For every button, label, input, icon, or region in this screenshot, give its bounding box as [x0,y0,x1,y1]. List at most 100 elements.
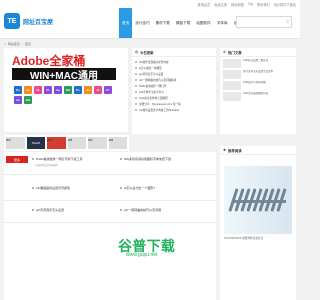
feed-item-4[interactable]: ai怎么设计出一个图形? [120,186,155,190]
hero-banner[interactable]: Adobe全家桶 WIN+MAC通用 Ps Ai Id Pr Ae Dw Ps … [4,48,128,173]
bullet-icon [135,79,137,81]
app-icons: Ps Ai Id Pr Ae Dw Ps Ai Id Pr Ae Dw [14,86,114,104]
app-icon-id: Id [34,86,42,94]
breadcrumb-separator: › [21,41,23,46]
latest-title: 今日更新 [139,50,154,55]
divider [4,222,216,223]
bullet-icon [135,61,137,63]
bullet-icon [135,67,137,69]
top-bar: 登录会员 免费注册 网站地图 Tag 联系我们 设计软件下载站 [0,0,300,8]
clock-icon: ◷ [135,50,138,54]
breadcrumb-current: 首页 [24,41,31,46]
app-icon-ae: Ae [54,86,62,94]
home-icon: ⌂ [4,41,6,46]
bullet-icon [32,158,34,160]
feed-tag: 更多 [6,156,28,163]
logo-mark: TE [4,13,20,29]
nav-item-templates[interactable]: 模板下载 [173,8,193,38]
ad-tile[interactable]: ad [47,137,66,149]
search-box[interactable]: ⌕ [236,16,292,28]
top-link-tag[interactable]: Tag [248,2,253,7]
list-item[interactable]: CAD怎么缩放图纸内容 [223,92,293,101]
app-icon-ps: Ps [14,86,22,94]
list-item[interactable]: CAD标注设置三种方法 [223,59,293,68]
bullet-icon [135,103,137,105]
bullet-icon [32,187,34,189]
top-links: 登录会员 免费注册 网站地图 Tag 联系我们 设计软件下载站 [198,2,296,7]
nav-item-design-tips[interactable]: 设计技巧 [132,8,152,38]
divider [4,200,216,201]
app-icon-pr: Pr [44,86,52,94]
top-link-register[interactable]: 免费注册 [214,2,227,7]
list-item[interactable]: CAD显示与打印问题 [223,81,293,90]
fire-icon: ♨ [223,50,227,54]
app-icon-ai-2: Ai [84,86,92,94]
article-thumbnail [223,59,241,68]
app-icon-ai: Ai [24,86,32,94]
top-link-contact[interactable]: 联系我们 [257,2,270,7]
watermark-subtitle: www.gupu.net [126,252,158,258]
breadcrumb-home[interactable]: 网站首页 [8,42,20,46]
app-icon-id-2: Id [94,86,102,94]
recommend-header: ★ 推荐阅读 [220,146,296,155]
bullet-icon [120,158,122,160]
feed-item-6[interactable]: cdr一键转曲的技巧以及问题 [120,208,161,212]
latest-list: cdr软件出现临时文件内容 ai怎么做出一些图形 ppt背景音乐怎么设置 cdr… [135,59,213,113]
nav-item-home[interactable]: 首页 [119,8,133,38]
app-icon-pr-2: Pr [104,86,112,94]
bullet-icon [120,209,122,211]
logo[interactable]: TE 网址百宝屋 www.baidu.com [4,12,66,30]
app-icon-ps-2: Ps [74,86,82,94]
list-item[interactable]: 多行文字怎么设置合成文本 [223,70,293,79]
bullet-icon [135,91,137,93]
search-icon[interactable]: ⌕ [286,19,289,25]
breadcrumb: ⌂ 网站首页 › 首页 [4,40,296,47]
app-icon-dw: Dw [64,86,72,94]
ad-strip: ad TEAM ad ad ad ad [4,135,129,151]
app-icon-ae-2: Ae [14,96,22,104]
bullet-icon [135,85,137,87]
bullet-icon [135,97,137,99]
recommend-caption: SOLIDWORKS 弹簧零件绘制方法 [224,237,264,240]
latest-header: ◷ 今日更新 [132,48,216,57]
top-link-sitemap[interactable]: 网站地图 [231,2,244,7]
article-feed: 更多 Pudio各类插件一网打尽到下载工具 一款好用的实用的插件 500多款实用… [4,152,216,300]
banner-subtitle: WIN+MAC通用 [12,68,116,82]
feed-item-5[interactable]: ppt背景音乐怎么设置 [32,208,64,212]
latest-updates: ◷ 今日更新 cdr软件出现临时文件内容 ai怎么做出一些图形 ppt背景音乐怎… [132,48,216,134]
ad-tile[interactable]: TEAM [26,137,45,149]
logo-subtitle: www.baidu.com [23,23,41,26]
bullet-icon [120,187,122,189]
article-thumbnail [223,70,241,79]
feed-item-1[interactable]: Pudio各类插件一网打尽到下载工具 [32,157,83,161]
feed-item-2[interactable]: 500多款实用好用图标字体免费下载 [120,157,171,161]
hot-header: ♨ 热门文章 [220,48,296,57]
article-thumbnail [223,92,241,101]
bullet-icon [135,109,137,111]
feed-item-3[interactable]: cdr做插画时设置背景颜色 [32,186,70,190]
app-icon-dw-2: Dw [24,96,32,104]
ad-tile[interactable]: ad [88,137,107,149]
spring-image[interactable] [224,166,292,234]
recommend-panel: ★ 推荐阅读 SOLIDWORKS 弹簧零件绘制方法 [220,146,296,300]
divider [4,174,216,175]
hot-list: CAD标注设置三种方法 多行文字怎么设置合成文本 CAD显示与打印问题 CAD怎… [223,59,293,103]
hot-articles: ♨ 热门文章 CAD标注设置三种方法 多行文字怎么设置合成文本 CAD显示与打印… [220,48,296,134]
recommend-title: 推荐阅读 [228,148,242,153]
article-thumbnail [223,81,241,90]
nav-item-materials[interactable]: 素材下载 [153,8,173,38]
list-item[interactable]: cdr如何设置文字内容工具Illustrator [135,107,213,113]
feed-item-1-meta: 一款好用的实用的插件 [34,164,58,167]
main-nav: 首页 设计技巧 素材下载 模板下载 绘图软件 字体库 设计知识 [119,8,251,38]
top-link-login[interactable]: 登录会员 [198,2,211,7]
star-icon: ★ [223,148,227,152]
ad-tile[interactable]: ad [108,137,127,149]
hot-title: 热门文章 [228,50,242,55]
top-link-download[interactable]: 设计软件下载站 [274,2,296,7]
bullet-icon [32,209,34,211]
nav-item-drawing-software[interactable]: 绘图软件 [193,8,213,38]
nav-item-fonts[interactable]: 字体库 [214,8,231,38]
ad-tile[interactable]: ad [67,137,86,149]
bullet-icon [135,73,137,75]
ad-tile[interactable]: ad [6,137,25,149]
